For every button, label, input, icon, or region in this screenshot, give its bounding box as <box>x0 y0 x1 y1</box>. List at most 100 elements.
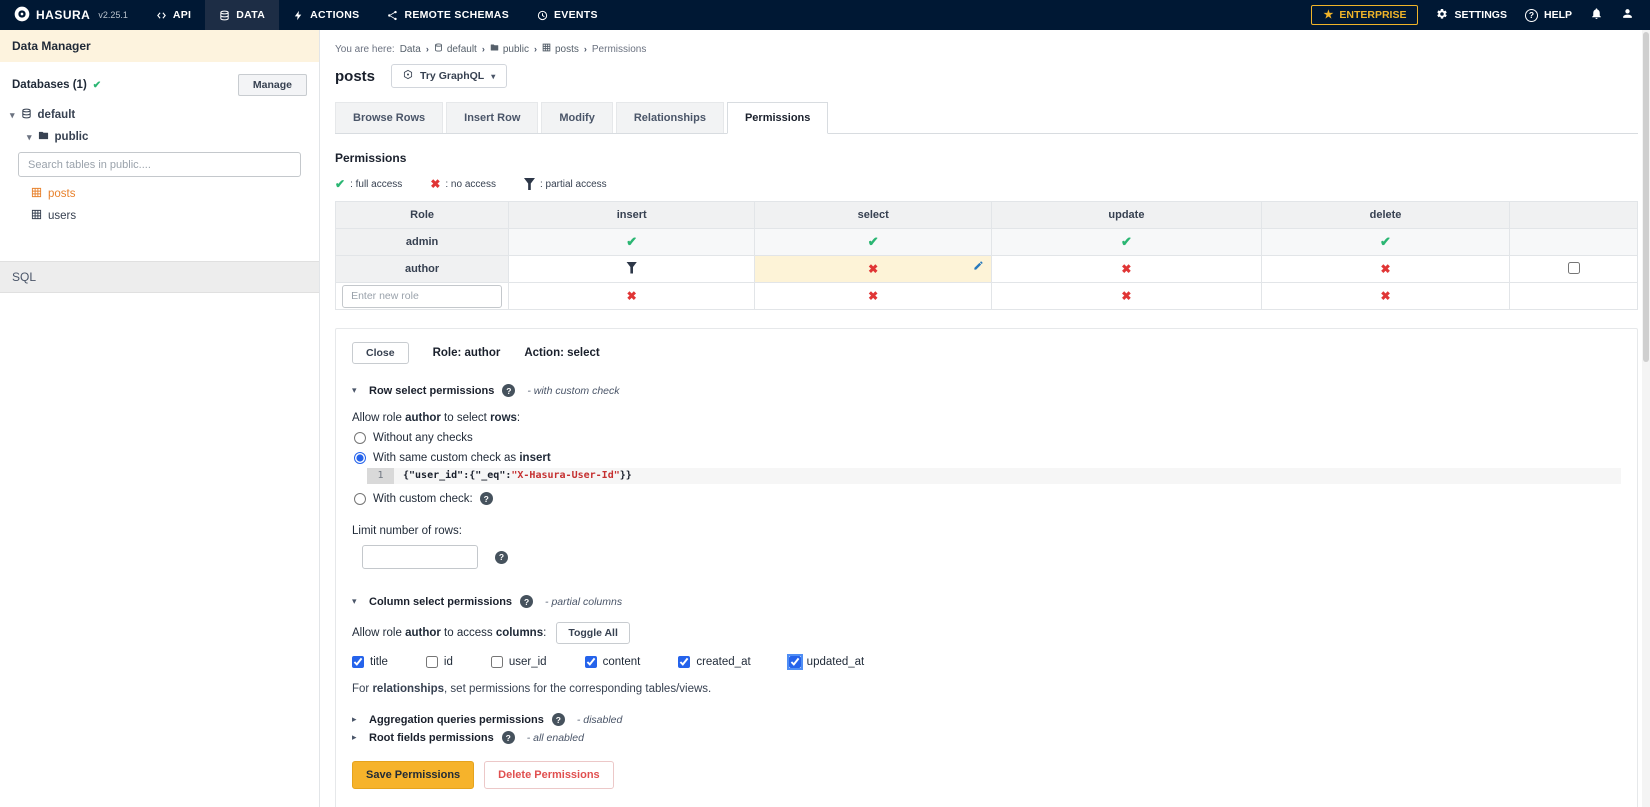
breadcrumb-data[interactable]: Data <box>400 44 421 55</box>
permission-cell-new-select[interactable]: ✖ <box>754 282 993 310</box>
enterprise-button[interactable]: ★ ENTERPRISE <box>1311 5 1419 25</box>
database-name: default <box>37 109 76 121</box>
row-select-status: - with custom check <box>527 384 620 397</box>
checkbox-input[interactable] <box>425 656 438 668</box>
checkbox-input[interactable] <box>678 656 691 668</box>
radio-same-custom-check[interactable]: With same custom check as insert <box>352 452 1621 464</box>
schema-name: public <box>54 131 89 143</box>
breadcrumb-public[interactable]: public <box>490 43 529 55</box>
tab-insert-row[interactable]: Insert Row <box>446 102 539 133</box>
database-tree: ▾ default ▾ public posts users <box>0 102 319 227</box>
nav-item-actions[interactable]: ACTIONS <box>279 0 373 30</box>
column-checkbox-content[interactable]: content <box>584 656 640 668</box>
column-checkbox-id[interactable]: id <box>425 656 453 668</box>
cross-icon: ✖ <box>1121 261 1132 276</box>
notifications-button[interactable] <box>1590 7 1603 23</box>
table-icon <box>31 187 42 201</box>
help-button[interactable]: ? HELP <box>1524 8 1572 22</box>
section-row-select-permissions[interactable]: ▾ Row select permissions ? - with custom… <box>352 384 1621 397</box>
nav-item-events[interactable]: EVENTS <box>523 0 612 30</box>
checkbox-input[interactable] <box>490 656 503 668</box>
sidebar-section-sql[interactable]: SQL <box>0 261 319 293</box>
breadcrumb-default[interactable]: default <box>434 43 477 55</box>
breadcrumb-prefix: You are here: <box>335 43 395 55</box>
section-aggregation-permissions[interactable]: ▸ Aggregation queries permissions ? - di… <box>352 713 1621 726</box>
clock-icon <box>537 10 548 21</box>
column-checkbox-created-at[interactable]: created_at <box>678 656 751 668</box>
tab-relationships[interactable]: Relationships <box>615 102 724 133</box>
tree-item-public-schema[interactable]: ▾ public <box>10 126 307 148</box>
check-icon: ✔ <box>1380 234 1391 249</box>
code-icon <box>156 10 167 21</box>
tab-permissions[interactable]: Permissions <box>726 102 829 134</box>
network-icon <box>387 10 398 21</box>
brand-name: HASURA <box>36 8 91 22</box>
radio-input[interactable] <box>354 432 366 444</box>
permission-cell-new-delete[interactable]: ✖ <box>1260 282 1511 310</box>
radio-with-custom-check[interactable]: With custom check: ? <box>352 492 1621 505</box>
checkbox-input[interactable] <box>584 656 597 668</box>
checkbox-input[interactable] <box>786 654 803 670</box>
scrollbar[interactable] <box>1642 30 1650 807</box>
cross-icon: ✖ <box>626 288 637 303</box>
permission-cell-new-insert[interactable]: ✖ <box>508 282 756 310</box>
save-permissions-button[interactable]: Save Permissions <box>352 761 475 789</box>
permission-cell-new-update[interactable]: ✖ <box>991 282 1262 310</box>
permission-cell-admin-select[interactable]: ✔ <box>754 228 993 256</box>
column-checkbox-updated-at[interactable]: updated_at <box>786 654 864 670</box>
radio-input[interactable] <box>354 492 366 505</box>
sidebar-table-users[interactable]: users <box>10 205 307 227</box>
permission-cell-author-insert[interactable] <box>508 255 756 283</box>
table-name: users <box>48 210 77 222</box>
bulk-select-checkbox[interactable] <box>1567 261 1580 274</box>
permission-cell-admin-insert[interactable]: ✔ <box>508 228 756 256</box>
nav-item-remote-schemas[interactable]: REMOTE SCHEMAS <box>373 0 523 30</box>
delete-permissions-button[interactable]: Delete Permissions <box>484 761 614 789</box>
search-tables-input[interactable] <box>18 152 301 177</box>
check-icon: ✔ <box>1120 234 1132 249</box>
nav-item-label: REMOTE SCHEMAS <box>404 9 509 21</box>
breadcrumb-posts[interactable]: posts <box>542 43 579 55</box>
permissions-table: Role insert select update delete admin ✔… <box>334 201 1638 310</box>
chevron-down-icon: ▾ <box>352 385 357 395</box>
column-checkbox-title[interactable]: title <box>352 656 388 668</box>
bulk-cell-new <box>1509 282 1638 310</box>
section-column-select-permissions[interactable]: ▾ Column select permissions ? - partial … <box>352 595 1621 608</box>
close-button[interactable]: Close <box>352 342 409 364</box>
limit-rows-input[interactable] <box>362 545 478 569</box>
new-role-cell <box>334 282 510 310</box>
new-role-input[interactable] <box>342 284 503 308</box>
scrollbar-thumb[interactable] <box>1643 32 1649 362</box>
permission-cell-author-select[interactable]: ✖ <box>754 255 993 283</box>
permission-cell-author-update[interactable]: ✖ <box>991 255 1262 283</box>
radio-input[interactable] <box>354 452 366 464</box>
nav-item-data[interactable]: DATA <box>205 0 280 30</box>
column-checkbox-user-id[interactable]: user_id <box>490 656 547 668</box>
sidebar-title: Data Manager <box>0 30 319 62</box>
hasura-brand[interactable]: HASURA v2.25.1 <box>0 0 142 30</box>
tab-modify[interactable]: Modify <box>541 102 613 133</box>
version-label: v2.25.1 <box>98 10 128 20</box>
permission-cell-admin-delete[interactable]: ✔ <box>1260 228 1511 256</box>
nav-item-api[interactable]: API <box>142 0 205 30</box>
checkbox-input[interactable] <box>352 656 364 668</box>
permission-cell-admin-update[interactable]: ✔ <box>991 228 1262 256</box>
user-icon <box>1621 7 1634 23</box>
permission-cell-author-delete[interactable]: ✖ <box>1260 255 1511 283</box>
tab-browse-rows[interactable]: Browse Rows <box>335 102 444 133</box>
manage-button[interactable]: Manage <box>237 74 307 96</box>
code-line-number: 1 <box>367 468 394 484</box>
sidebar-table-posts[interactable]: posts <box>10 183 307 205</box>
chevron-right-icon: ▸ <box>352 714 357 724</box>
root-fields-status: - all enabled <box>526 731 584 744</box>
edit-pencil-icon[interactable] <box>973 260 984 274</box>
user-menu-button[interactable] <box>1621 7 1634 23</box>
permissions-heading: Permissions <box>335 151 407 165</box>
section-root-fields-permissions[interactable]: ▸ Root fields permissions ? - all enable… <box>352 731 1621 744</box>
main-nav: API DATA ACTIONS REMOTE SCHEMAS EVENTS <box>142 0 612 30</box>
settings-button[interactable]: SETTINGS <box>1436 8 1507 23</box>
tree-item-default-database[interactable]: ▾ default <box>10 104 307 126</box>
try-graphql-button[interactable]: Try GraphQL ▾ <box>391 64 508 88</box>
radio-without-checks[interactable]: Without any checks <box>352 432 1621 444</box>
toggle-all-button[interactable]: Toggle All <box>556 622 630 644</box>
